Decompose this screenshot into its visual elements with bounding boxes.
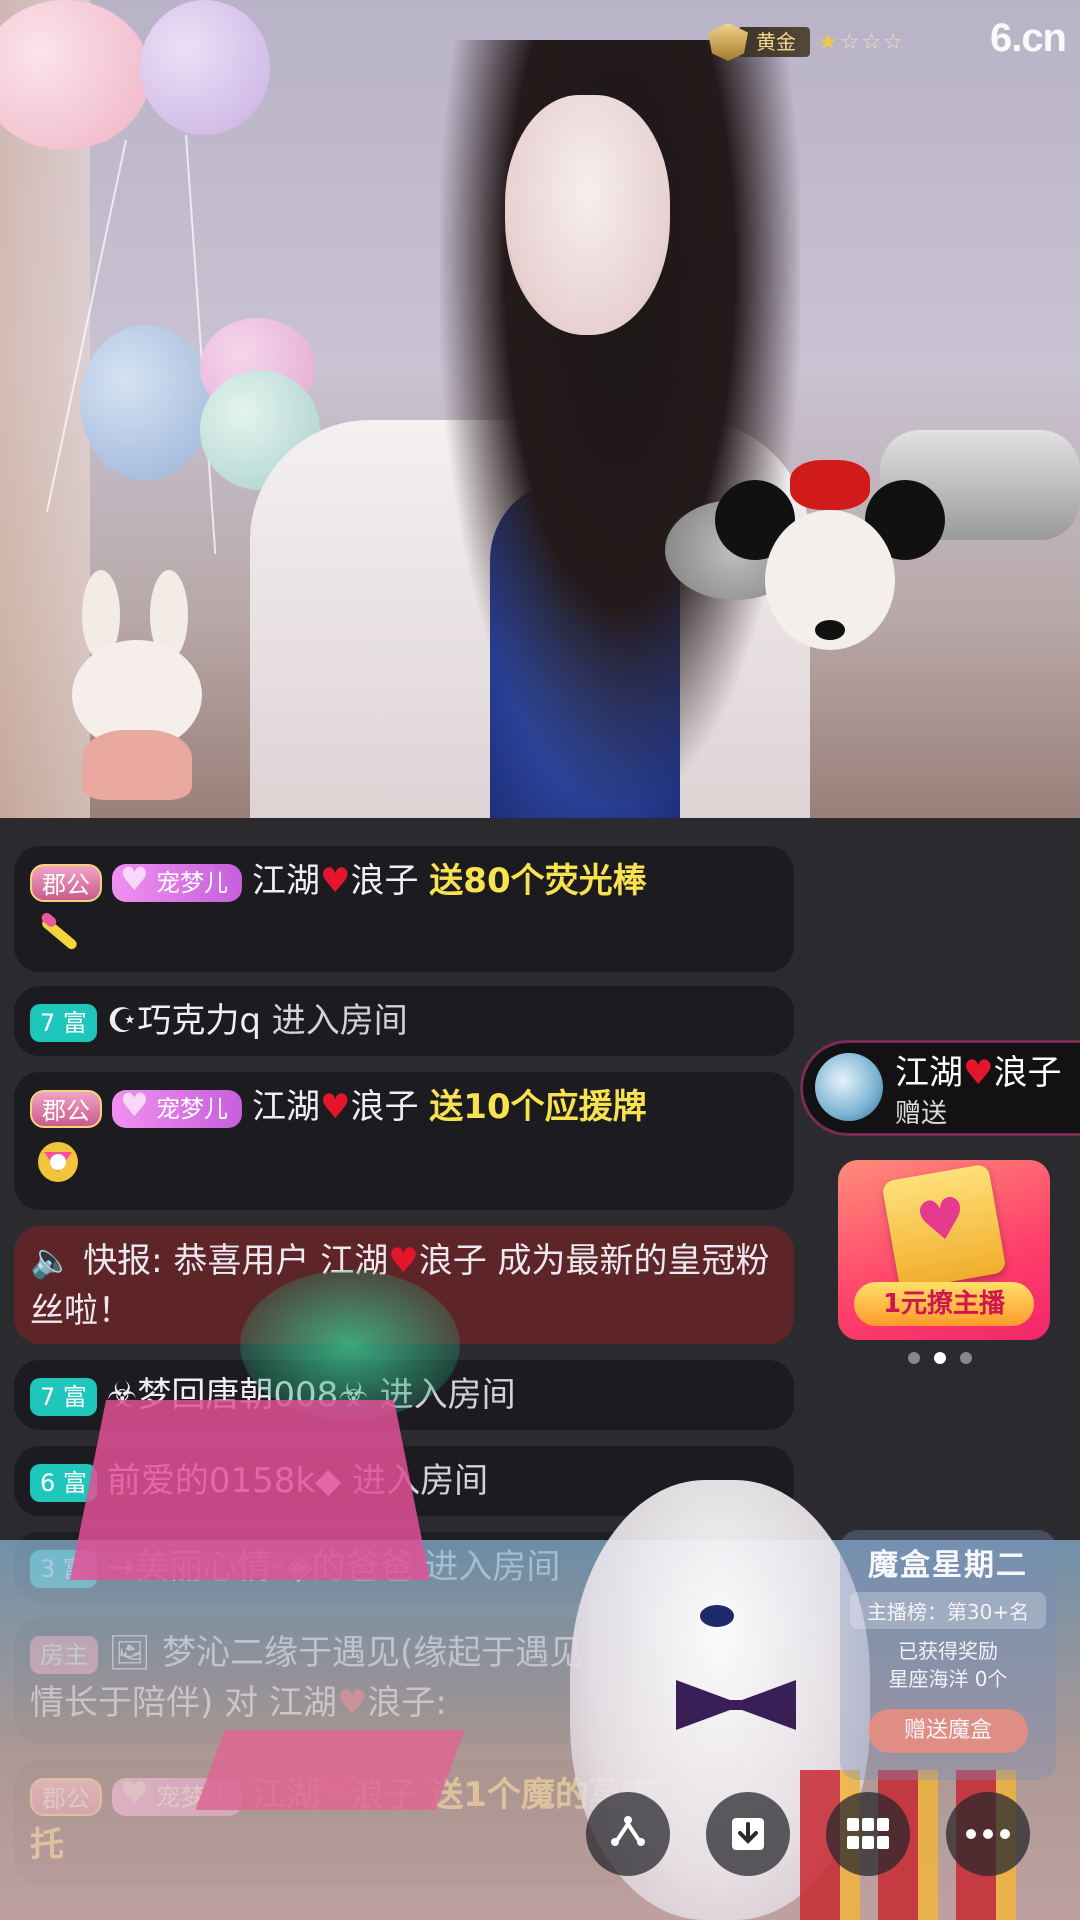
apps-button[interactable] xyxy=(826,1792,910,1876)
user-name-suffix[interactable]: 浪子: xyxy=(367,1683,446,1723)
user-name-suffix[interactable]: 浪子 xyxy=(350,861,418,901)
chat-message: 6 富前爱的0158k◆ 进入房间 xyxy=(14,1446,794,1516)
heart-icon: ♥ xyxy=(388,1241,419,1281)
heart-icon: ♥ xyxy=(320,861,351,901)
anchor-rank-badge[interactable]: 黄金 ★☆☆☆ xyxy=(708,23,905,61)
title-badge: 郡公 xyxy=(30,1777,102,1816)
user-name[interactable]: ☣梦回唐朝008☣ xyxy=(107,1375,369,1415)
alert-text-prefix: 快报: 恭喜用户 江湖 xyxy=(83,1241,389,1281)
balloon xyxy=(80,325,210,480)
heart-icon: ♥ xyxy=(963,1053,994,1093)
fan-badge: 宠梦儿 xyxy=(112,860,242,902)
user-name-suffix[interactable]: 浪子 xyxy=(350,1087,418,1127)
share-icon xyxy=(611,1816,645,1846)
heart-card-icon xyxy=(881,1163,1007,1291)
heart-icon: ♥ xyxy=(320,1087,351,1127)
rank-label: 黄金 xyxy=(738,27,810,57)
host-badge: 房主 xyxy=(30,1635,98,1674)
title-badge: 郡公 xyxy=(30,1089,102,1128)
give-box-button[interactable]: 赠送魔盒 xyxy=(868,1709,1028,1753)
chat-message: 郡公宠梦儿江湖♥浪子 送1个魔的莫吉 托 xyxy=(14,1760,794,1886)
star-filled-icon: ★ xyxy=(818,29,840,55)
fan-badge: 宠梦儿 xyxy=(112,1774,242,1816)
event-title: 魔盒星期二 xyxy=(868,1548,1028,1583)
chat-message: 3 富 →美丽心情ᵕ◈的爸爸 进入房间 xyxy=(14,1532,794,1602)
bunny-plush xyxy=(62,570,212,800)
minnie-plush xyxy=(715,460,945,660)
wealth-level-badge: 3 富 xyxy=(30,1549,97,1588)
promo-button[interactable]: 1元撩主播 xyxy=(854,1282,1034,1326)
join-text: 进入房间 xyxy=(271,1001,408,1041)
gift-text-line2: 托 xyxy=(30,1825,64,1865)
promo-banner[interactable]: 1元撩主播 xyxy=(838,1160,1050,1340)
chat-message: 房主 🖼 梦沁二缘于遇见(缘起于遇见 情长于陪伴) 对 江湖♥浪子: xyxy=(14,1618,794,1744)
avatar[interactable] xyxy=(815,1053,883,1121)
user-name[interactable]: 江湖 xyxy=(252,861,320,901)
user-name[interactable]: 江湖 xyxy=(252,1087,320,1127)
heart-icon: ♥ xyxy=(320,1775,351,1815)
heart-icon: ♥ xyxy=(336,1683,368,1723)
anchor-rank: 主播榜：第30+名 xyxy=(850,1592,1046,1629)
share-button[interactable] xyxy=(586,1792,670,1876)
wealth-level-badge: 7 富 xyxy=(30,1377,97,1416)
user-name[interactable]: →美丽心情ᵕ◈的爸爸 xyxy=(107,1547,414,1587)
rank-stars: ★☆☆☆ xyxy=(818,30,905,55)
balloon xyxy=(0,0,150,150)
gift-text: 送10个应援牌 xyxy=(429,1087,647,1127)
user-name[interactable]: 梦沁二缘于遇见(缘起于遇见 xyxy=(162,1633,583,1673)
reward-label: 已获得奖励 xyxy=(898,1639,998,1663)
title-badge: 郡公 xyxy=(30,863,102,902)
wealth-level-badge: 6 富 xyxy=(30,1463,97,1502)
grid-icon xyxy=(847,1818,889,1849)
pagination-dot[interactable] xyxy=(960,1352,972,1364)
more-icon xyxy=(966,1829,1010,1839)
user-name[interactable]: ☪巧克力q xyxy=(107,1001,261,1041)
banner-pagination xyxy=(908,1352,972,1364)
join-text: 进入房间 xyxy=(379,1375,516,1415)
download-button[interactable] xyxy=(706,1792,790,1876)
reward-count: 星座海洋 0个 xyxy=(888,1667,1008,1691)
wealth-level-badge: 7 富 xyxy=(30,1003,97,1042)
fan-badge: 宠梦儿 xyxy=(112,1086,242,1128)
pagination-dot[interactable] xyxy=(908,1352,920,1364)
sender-name: 江湖♥浪子 xyxy=(895,1053,1062,1093)
star-empty-icon: ☆☆☆ xyxy=(839,29,905,55)
user-name-suffix[interactable]: 浪子 xyxy=(350,1775,418,1815)
gift-sender-card[interactable]: 江湖♥浪子 赠送 xyxy=(800,1040,1080,1136)
host-avatar-icon: 🖼 xyxy=(108,1633,152,1673)
chat-message: 7 富 ☣梦回唐朝008☣ 进入房间 xyxy=(14,1360,794,1430)
join-text: 进入房间 xyxy=(352,1461,489,1501)
site-logo: 6.cn xyxy=(989,16,1067,60)
broadcast-alert: 🔈 快报: 恭喜用户 江湖♥浪子 成为最新的皇冠粉丝啦！ xyxy=(14,1226,794,1344)
sender-action: 赠送 xyxy=(895,1099,948,1129)
megaphone-icon: 🔈 xyxy=(30,1241,73,1281)
gift-text: 送80个荧光棒 xyxy=(429,861,647,901)
chat-message: 7 富 ☪巧克力q 进入房间 xyxy=(14,986,794,1056)
event-board[interactable]: 魔盒星期二 主播榜：第30+名 已获得奖励 星座海洋 0个 赠送魔盒 xyxy=(840,1530,1056,1780)
more-button[interactable] xyxy=(946,1792,1030,1876)
glow-stick-icon xyxy=(41,912,77,950)
pagination-dot-active[interactable] xyxy=(934,1352,946,1364)
join-text: 进入房间 xyxy=(424,1547,561,1587)
balloon xyxy=(140,0,270,135)
chat-message: 郡公宠梦儿江湖♥浪子 送10个应援牌 xyxy=(14,1072,794,1210)
user-name[interactable]: 江湖 xyxy=(252,1775,320,1815)
live-video[interactable]: 黄金 ★☆☆☆ 6.cn xyxy=(0,0,1080,818)
streamer-face xyxy=(505,95,670,335)
chat-message: 郡公宠梦儿江湖♥浪子 送80个荧光棒 xyxy=(14,846,794,972)
download-icon xyxy=(732,1818,764,1850)
user-name[interactable]: 前爱的0158k◆ xyxy=(107,1461,341,1501)
chat-text: 情长于陪伴) 对 江湖 xyxy=(30,1683,337,1723)
cheer-sign-icon xyxy=(38,1142,78,1182)
